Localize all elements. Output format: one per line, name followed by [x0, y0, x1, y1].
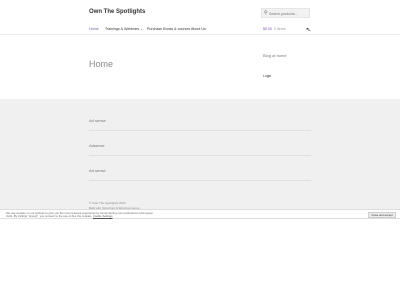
nav-item-trainings[interactable]: Trainings & Webinars ⌄: [105, 27, 143, 31]
footer-divider: [89, 155, 311, 156]
cart-icon[interactable]: ⛍: [306, 27, 311, 34]
search-input[interactable]: [269, 9, 309, 18]
login-link[interactable]: Login: [263, 74, 271, 78]
sidebar-heading: Blog at home: [263, 53, 287, 58]
cookie-notice-text: We use cookies on our website to give yo…: [6, 210, 156, 219]
cart-amount: $0.00: [263, 27, 272, 31]
footer-divider: [89, 180, 311, 181]
chevron-down-icon: ⌄: [140, 27, 144, 31]
header-divider: [0, 33, 400, 34]
copyright-text: © Own The Spotlights 2023: [89, 201, 126, 205]
footer-divider: [89, 130, 311, 131]
nav-item-trainings-label: Trainings & Webinars: [105, 27, 140, 31]
cart-item-count: 0 items: [274, 27, 286, 31]
footer-widget-1: Ad sense: [89, 118, 106, 123]
cookie-settings-link[interactable]: Cookie Settings: [93, 214, 113, 218]
nav-item-about[interactable]: About Us: [191, 27, 206, 31]
accept-cookies-button[interactable]: Close and accept: [368, 211, 396, 218]
site-title[interactable]: Own The Spotlights: [89, 9, 145, 15]
page-title: Home: [89, 59, 114, 70]
search-icon: ⚲: [264, 10, 268, 16]
cookie-notice-message: We use cookies on our website to give yo…: [6, 210, 153, 218]
nav-item-purchase[interactable]: Purchase Books & courses: [147, 27, 190, 31]
cookie-consent-bar: We use cookies on our website to give yo…: [0, 209, 400, 219]
search-box[interactable]: ⚲: [261, 8, 310, 18]
footer-widget-2: Adsense: [89, 143, 105, 148]
header-cart[interactable]: $0.00 0 items: [263, 27, 286, 31]
nav-item-home[interactable]: Home: [89, 27, 99, 31]
page-background: [0, 219, 400, 300]
site-header: Own The Spotlights ⚲ Home Trainings & We…: [0, 0, 400, 36]
footer-widget-3: Ad sense: [89, 168, 106, 173]
